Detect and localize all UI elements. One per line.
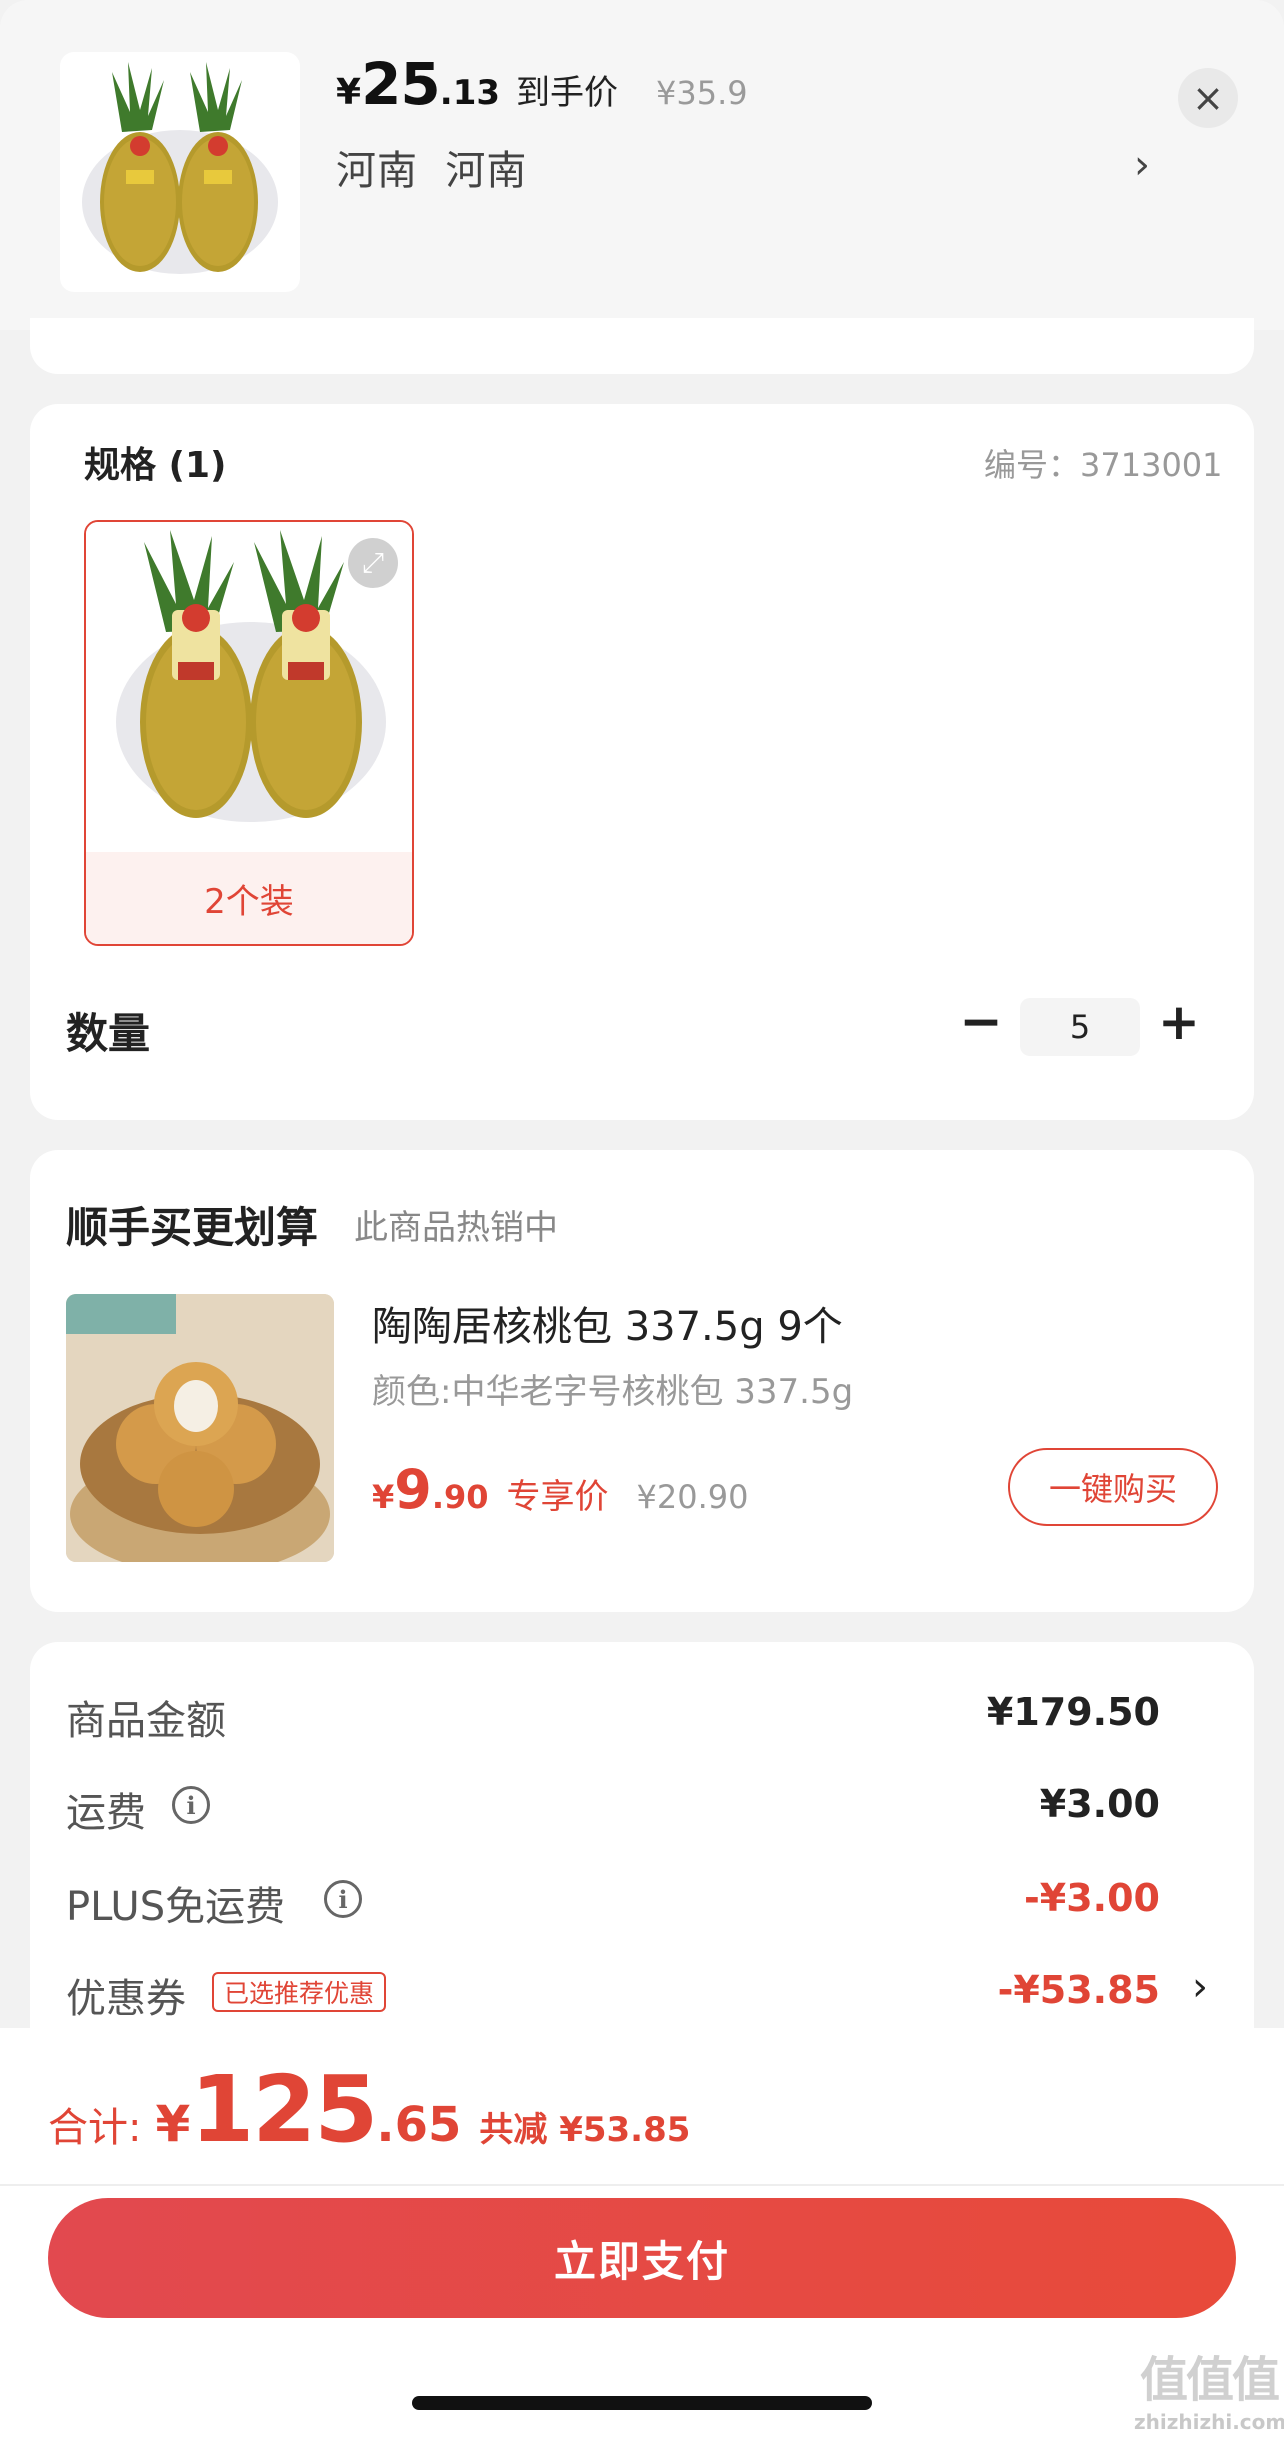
spec-title: 规格 (1) [84,445,227,486]
upsell-product-variant: 颜色:中华老字号核桃包 337.5g [372,1372,854,1412]
total-label: 合计: [48,2105,142,2151]
total-decimal: .65 [376,2097,462,2153]
summary-goods-label: 商品金额 [66,1698,226,1744]
pineapple-image [82,62,278,274]
summary-shipping-label: 运费 [66,1790,146,1836]
upsell-title: 顺手买更划算 [66,1203,319,1252]
quantity-label: 数量 [66,1009,151,1058]
watermark: 值值值 zhizhizhi.com [1134,2352,1284,2434]
upsell-price: ¥ 9 .90 专享价 ¥20.90 [372,1458,749,1521]
summary-plus-value: -¥3.00 [1024,1876,1160,1920]
upsell-subtitle: 此商品热销中 [354,1208,558,1248]
spec-option-label: 2个装 [86,852,412,944]
summary-plus-label: PLUS免运费 [66,1884,286,1930]
info-icon[interactable]: i [172,1786,210,1824]
quantity-input[interactable]: 5 [1020,998,1140,1056]
summary-coupon-value[interactable]: -¥53.85 [820,1968,1160,2012]
total-currency: ¥ [155,2095,191,2153]
summary-coupon-label[interactable]: 优惠券 [66,1966,186,2024]
price-integer: 25 [361,50,441,118]
watermark-logo: 值值值 [1139,2352,1280,2408]
close-icon: × [1192,76,1224,120]
summary-goods-value: ¥179.50 [986,1690,1160,1734]
info-icon[interactable]: i [324,1880,362,1918]
close-button[interactable]: × [1178,68,1238,128]
summary-shipping-value: ¥3.00 [1039,1782,1160,1826]
total-integer: 125 [190,2056,378,2163]
expand-icon[interactable]: ⤢ [348,538,398,588]
spec-option[interactable]: ⤢ 2个装 [84,520,414,946]
price-decimal: .13 [439,73,501,113]
original-price: ¥35.9 [656,74,748,112]
pay-now-button[interactable]: 立即支付 [48,2198,1236,2318]
product-code: 编号：3713001 [984,446,1223,484]
product-thumbnail [60,52,300,292]
upsell-product-name[interactable]: 陶陶居核桃包 337.5g 9个 [372,1294,843,1352]
price-currency: ¥ [336,72,362,113]
chevron-right-icon[interactable]: › [1134,142,1150,188]
upsell-price-integer: 9 [394,1458,432,1521]
chevron-right-icon[interactable]: › [1192,1964,1208,2010]
card-edge [30,318,1254,374]
coupon-badge: 已选推荐优惠 [212,1972,387,2012]
upsell-price-tag: 专享价 [506,1477,609,1517]
upsell-price-currency: ¥ [372,1478,395,1516]
spec-option-image: ⤢ [86,522,412,852]
header-price: ¥ 25 .13 到手价 ¥35.9 [336,50,748,130]
price-tag: 到手价 [516,73,619,113]
watermark-text: zhizhizhi.com [1134,2409,1284,2434]
total-savings: 共减 ¥53.85 [479,2110,691,2150]
minus-icon[interactable]: − [956,992,1006,1052]
plus-icon[interactable]: + [1154,992,1204,1052]
delivery-address[interactable]: 河南 河南 [336,138,527,196]
divider [0,2184,1284,2186]
total-price: 合计: ¥ 125 .65 共减 ¥53.85 [48,2056,690,2163]
upsell-original-price: ¥20.90 [636,1478,749,1516]
upsell-product-image[interactable] [66,1294,334,1562]
one-click-buy-button[interactable]: 一键购买 [1008,1448,1218,1526]
home-indicator[interactable] [412,2396,872,2410]
upsell-price-decimal: .90 [431,1478,489,1516]
